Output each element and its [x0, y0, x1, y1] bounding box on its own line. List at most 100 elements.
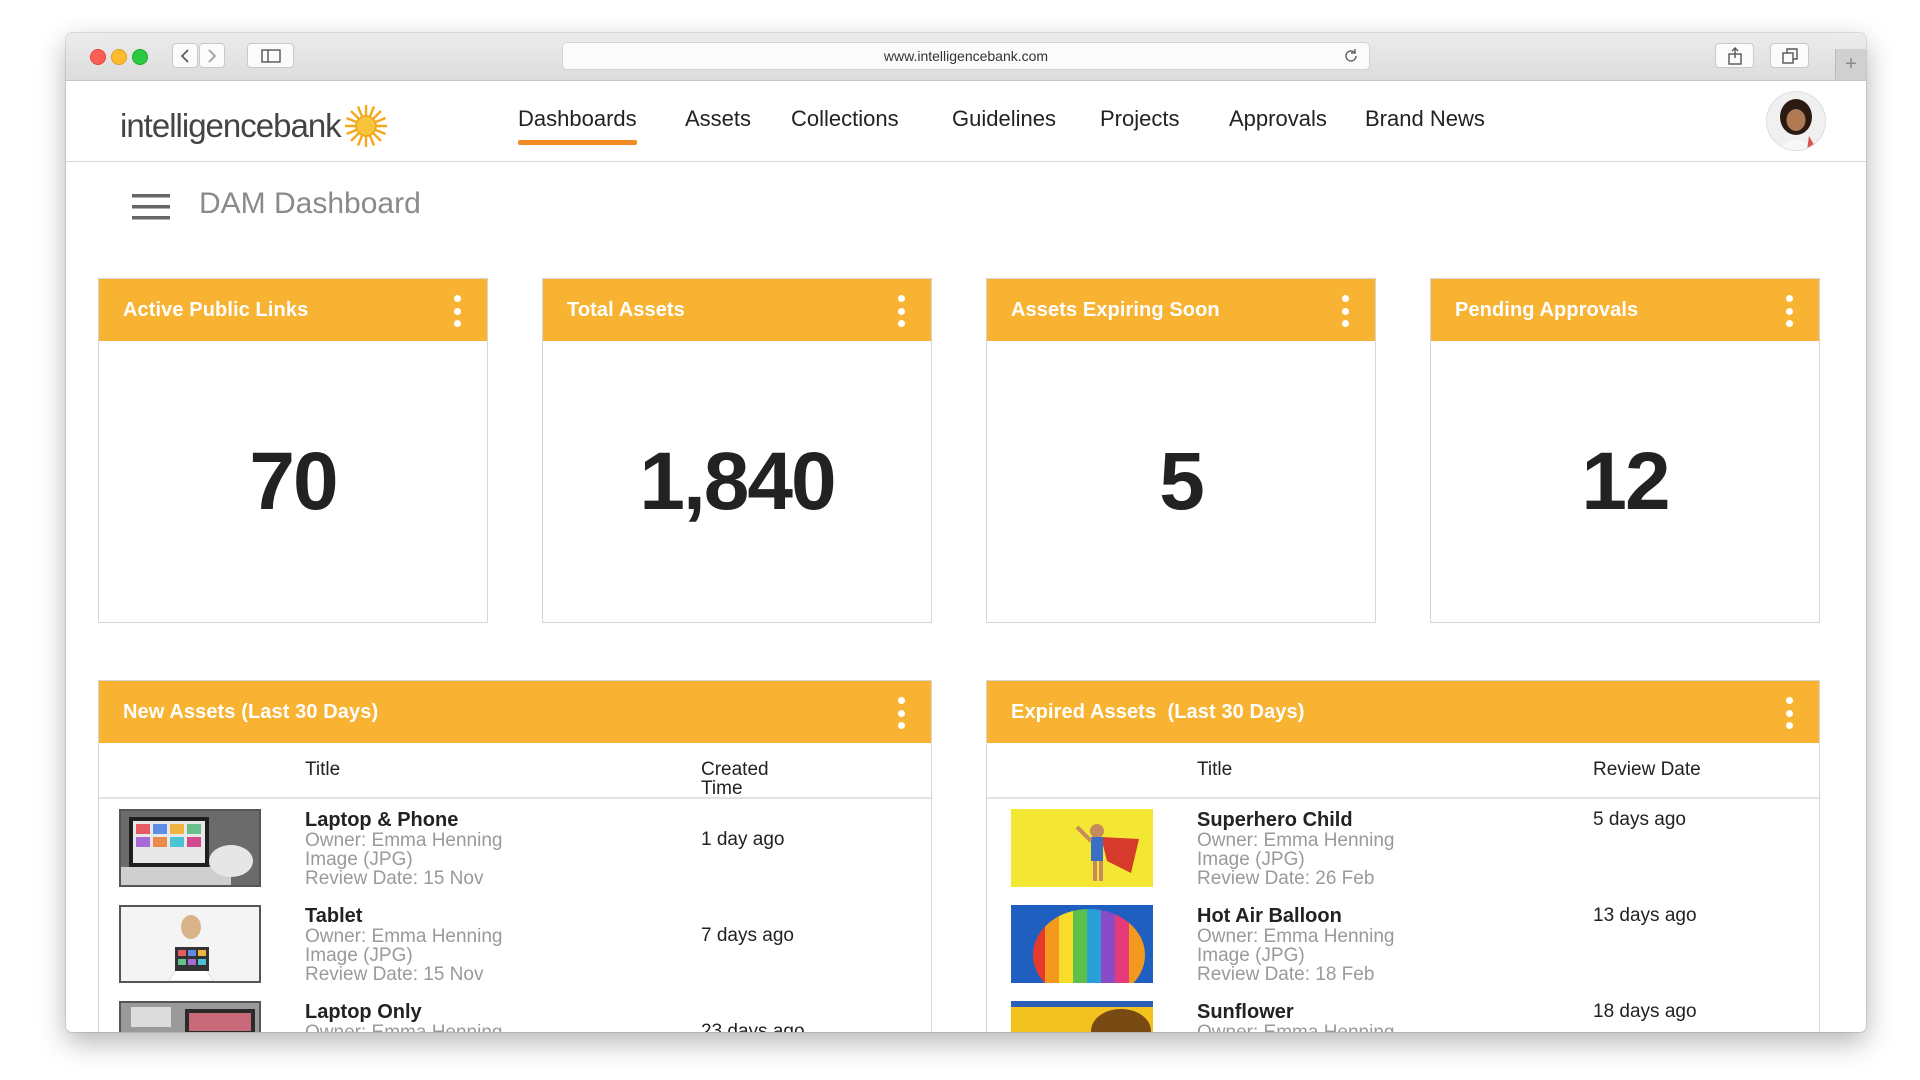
nav-guidelines[interactable]: Guidelines: [952, 106, 1056, 132]
asset-expired-time: 5 days ago: [1593, 809, 1686, 830]
asset-created-time: 1 day ago: [701, 829, 785, 850]
table-row[interactable]: Tablet Owner: Emma Henning Image (JPG) R…: [99, 897, 931, 993]
card-header: Expired Assets (Last 30 Days): [987, 681, 1819, 743]
asset-thumbnail[interactable]: [119, 905, 261, 983]
minimize-window-button[interactable]: [111, 49, 127, 65]
chevron-left-icon: [180, 48, 189, 63]
asset-title[interactable]: Superhero Child: [1197, 809, 1353, 832]
more-options-icon[interactable]: [1341, 295, 1349, 327]
more-options-icon[interactable]: [897, 697, 905, 729]
table-row[interactable]: Laptop Only Owner: Emma Henning 23 days …: [99, 993, 931, 1032]
asset-owner: Owner: Emma Henning: [1197, 1023, 1394, 1032]
logo[interactable]: intelligencebank: [120, 103, 389, 149]
close-window-button[interactable]: [90, 49, 106, 65]
table-row[interactable]: Sunflower Owner: Emma Henning 18 days ag…: [987, 993, 1819, 1032]
sidebar-icon: [260, 48, 281, 63]
stat-card-active-public-links: Active Public Links 70: [98, 278, 488, 623]
table-header: Title Created Time: [99, 743, 931, 799]
tabs-icon: [1781, 47, 1798, 64]
url-text: www.intelligencebank.com: [883, 48, 1049, 64]
nav-assets[interactable]: Assets: [685, 106, 751, 132]
app-header: intelligencebank Dashboards Assets Colle…: [66, 81, 1866, 162]
expired-assets-panel: Expired Assets (Last 30 Days) Title Revi…: [986, 680, 1820, 1032]
stat-value: 5: [1159, 435, 1205, 527]
page-title: DAM Dashboard: [199, 187, 421, 220]
asset-title[interactable]: Sunflower: [1197, 1001, 1294, 1024]
stat-value: 70: [249, 435, 338, 527]
column-title[interactable]: Title: [305, 760, 340, 779]
nav-projects[interactable]: Projects: [1100, 106, 1179, 132]
card-title: Pending Approvals: [1455, 299, 1639, 321]
reload-icon[interactable]: [1343, 48, 1359, 64]
table-row[interactable]: Superhero Child Owner: Emma Henning Imag…: [987, 801, 1819, 897]
card-header: Active Public Links: [99, 279, 487, 341]
card-title: Expired Assets (Last 30 Days): [1011, 701, 1305, 723]
asset-owner: Owner: Emma Henning: [1197, 926, 1395, 947]
column-created-time[interactable]: Created Time: [701, 760, 781, 798]
more-options-icon[interactable]: [897, 295, 905, 327]
nav-dashboards[interactable]: Dashboards: [518, 106, 637, 145]
new-assets-panel: New Assets (Last 30 Days) Title Created …: [98, 680, 932, 1032]
asset-thumbnail[interactable]: [119, 809, 261, 887]
more-options-icon[interactable]: [1785, 697, 1793, 729]
sunflower-image: [1011, 1001, 1153, 1032]
table-header: Title Review Date: [987, 743, 1819, 799]
hot-air-balloon-image: [1011, 905, 1153, 983]
stat-card-total-assets: Total Assets 1,840: [542, 278, 932, 623]
card-title: Active Public Links: [123, 299, 309, 321]
asset-review-date: Review Date: 18 Feb: [1197, 964, 1375, 985]
asset-owner: Owner: Emma Henning: [1197, 830, 1395, 851]
asset-created-time: 7 days ago: [701, 925, 794, 946]
asset-title[interactable]: Laptop Only: [305, 1001, 422, 1024]
nav-approvals[interactable]: Approvals: [1229, 106, 1327, 132]
new-tab-button[interactable]: +: [1835, 49, 1866, 80]
back-button[interactable]: [172, 43, 198, 68]
stat-card-assets-expiring-soon: Assets Expiring Soon 5: [986, 278, 1376, 623]
asset-thumbnail[interactable]: [119, 1001, 261, 1032]
asset-owner: Owner: Emma Henning: [305, 926, 503, 947]
tabs-overview-button[interactable]: [1770, 43, 1809, 68]
asset-owner: Owner: Emma Henning: [305, 830, 503, 851]
card-header: Assets Expiring Soon: [987, 279, 1375, 341]
asset-expired-time: 18 days ago: [1593, 1001, 1697, 1022]
more-options-icon[interactable]: [453, 295, 461, 327]
tablet-image: [121, 907, 259, 981]
asset-thumbnail[interactable]: [1011, 1001, 1153, 1032]
nav-brand-news[interactable]: Brand News: [1365, 106, 1485, 132]
forward-button[interactable]: [199, 43, 225, 68]
card-header: Pending Approvals: [1431, 279, 1819, 341]
card-title: New Assets (Last 30 Days): [123, 701, 379, 723]
avatar-image: [1767, 92, 1825, 150]
browser-toolbar: www.intelligencebank.com +: [66, 33, 1866, 81]
asset-owner: Owner: Emma Henning: [305, 1023, 502, 1032]
logo-text: intelligencebank: [120, 107, 342, 144]
asset-thumbnail[interactable]: [1011, 905, 1153, 983]
asset-type: Image (JPG): [1197, 849, 1305, 870]
laptop-phone-image: [121, 811, 259, 885]
card-header: Total Assets: [543, 279, 931, 341]
column-review-date[interactable]: Review Date: [1593, 760, 1701, 779]
address-bar[interactable]: www.intelligencebank.com: [562, 42, 1370, 70]
nav-collections[interactable]: Collections: [791, 106, 899, 132]
sidebar-toggle-button[interactable]: [247, 43, 294, 68]
column-title[interactable]: Title: [1197, 760, 1232, 779]
asset-title[interactable]: Laptop & Phone: [305, 809, 458, 832]
table-row[interactable]: Hot Air Balloon Owner: Emma Henning Imag…: [987, 897, 1819, 993]
table-row[interactable]: Laptop & Phone Owner: Emma Henning Image…: [99, 801, 931, 897]
superhero-child-image: [1011, 809, 1153, 887]
hamburger-menu-icon[interactable]: [132, 193, 170, 221]
share-icon: [1727, 46, 1742, 65]
stat-card-pending-approvals: Pending Approvals 12: [1430, 278, 1820, 623]
asset-thumbnail[interactable]: [1011, 809, 1153, 887]
browser-window: www.intelligencebank.com + intelligenceb…: [66, 33, 1866, 1032]
stat-value: 1,840: [639, 435, 836, 527]
asset-title[interactable]: Tablet: [305, 905, 362, 928]
asset-type: Image (JPG): [1197, 945, 1305, 966]
asset-title[interactable]: Hot Air Balloon: [1197, 905, 1342, 928]
user-avatar[interactable]: [1766, 91, 1826, 151]
asset-review-date: Review Date: 15 Nov: [305, 964, 484, 985]
asset-type: Image (JPG): [305, 945, 413, 966]
share-button[interactable]: [1715, 43, 1754, 68]
zoom-window-button[interactable]: [132, 49, 148, 65]
more-options-icon[interactable]: [1785, 295, 1793, 327]
